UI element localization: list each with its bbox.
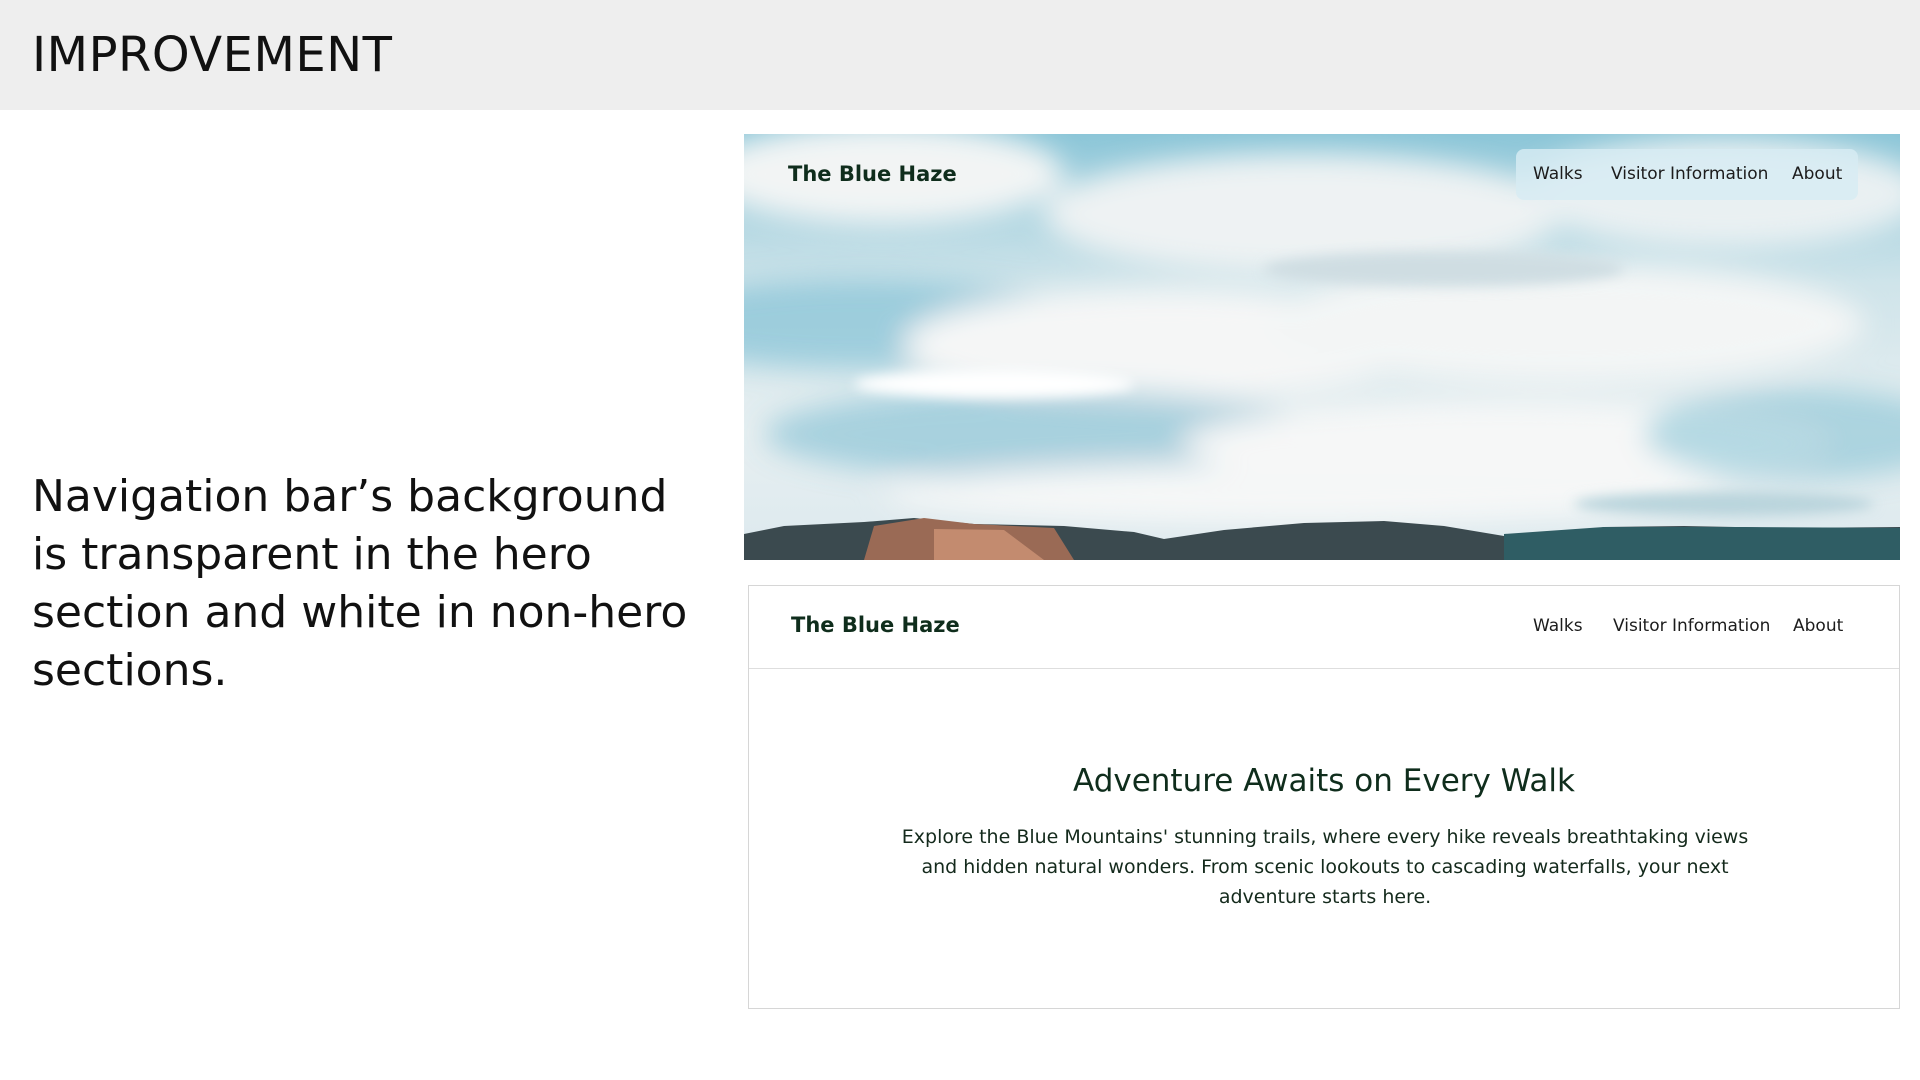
slide-title: IMPROVEMENT: [32, 27, 393, 83]
hero-preview: The Blue Haze Walks Visitor Information …: [744, 134, 1900, 560]
hero-nav-brand[interactable]: The Blue Haze: [788, 162, 957, 186]
section-body: Explore the Blue Mountains' stunning tra…: [901, 826, 1749, 908]
page-nav-visitor-information[interactable]: Visitor Information: [1613, 616, 1770, 636]
hero-nav-links: Walks Visitor Information About: [1516, 149, 1858, 200]
slide-header: IMPROVEMENT: [0, 0, 1920, 110]
page-nav-walks[interactable]: Walks: [1533, 616, 1583, 636]
slide-description: Navigation bar’s background is transpare…: [32, 471, 688, 696]
non-hero-preview: The Blue Haze Walks Visitor Information …: [748, 585, 1900, 1009]
page-nav-about[interactable]: About: [1793, 616, 1843, 636]
page-nav-brand[interactable]: The Blue Haze: [791, 613, 960, 637]
hero-nav-visitor-information[interactable]: Visitor Information: [1611, 164, 1768, 184]
hero-nav-about[interactable]: About: [1792, 164, 1842, 184]
section-heading: Adventure Awaits on Every Walk: [1073, 763, 1575, 799]
hero-nav-walks[interactable]: Walks: [1533, 164, 1583, 184]
white-nav-bar: The Blue Haze Walks Visitor Information …: [749, 586, 1899, 669]
